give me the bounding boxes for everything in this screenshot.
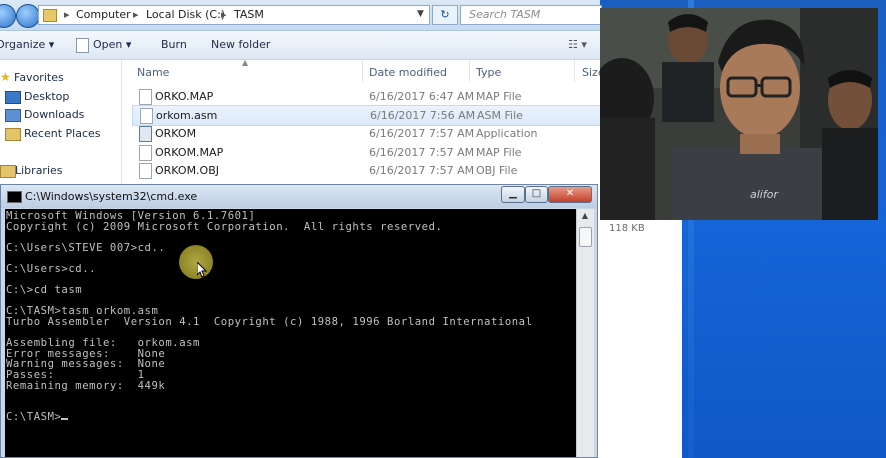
file-date: 6/16/2017 7:57 AM	[369, 164, 475, 177]
file-date: 6/16/2017 6:47 AM	[369, 90, 475, 103]
file-icon	[139, 163, 152, 179]
organize-button[interactable]: Organize ▾	[0, 38, 54, 51]
file-name: ORKO.MAP	[155, 90, 214, 103]
maximize-button[interactable]: □	[525, 186, 548, 203]
file-type: Application	[476, 127, 538, 140]
open-button[interactable]: Open ▾	[93, 38, 131, 51]
application-icon	[139, 126, 152, 142]
breadcrumb-local-disk[interactable]: Local Disk (C:)	[146, 8, 225, 21]
folder-icon	[43, 9, 57, 22]
breadcrumb-tasm[interactable]: TASM	[234, 8, 264, 21]
file-row-selected[interactable]: orkom.asm 6/16/2017 7:56 AM ASM File	[132, 105, 604, 126]
new-folder-button[interactable]: New folder	[211, 38, 270, 51]
file-name: ORKOM.OBJ	[155, 164, 220, 177]
file-date: 6/16/2017 7:57 AM	[369, 127, 475, 140]
file-date: 6/16/2017 7:56 AM	[370, 109, 476, 122]
file-name: ORKOM.MAP	[155, 146, 224, 159]
desktop-icon	[5, 91, 21, 104]
breadcrumb-computer[interactable]: Computer	[76, 8, 131, 21]
view-options-icon[interactable]: ☷ ▾	[568, 38, 587, 51]
refresh-button[interactable]: ↻	[432, 5, 458, 25]
cmd-window: C:\Windows\system32\cmd.exe ▁ □ ✕ Micros…	[0, 184, 598, 458]
file-type: ASM File	[477, 109, 523, 122]
file-icon	[140, 108, 153, 124]
open-icon	[76, 38, 89, 53]
forward-button-icon[interactable]	[16, 4, 40, 28]
scroll-up-arrow-icon[interactable]: ▲	[579, 211, 591, 222]
mouse-highlight	[179, 245, 213, 279]
svg-text:alifor: alifor	[750, 188, 779, 201]
navigation-pane: ★ Favorites Desktop Downloads Recent Pla…	[0, 60, 120, 185]
mouse-pointer-icon	[197, 262, 207, 278]
cmd-icon	[7, 191, 22, 203]
column-header-date[interactable]: Date modified	[369, 66, 447, 79]
webcam-overlay: alifor	[600, 8, 878, 220]
text-cursor	[61, 418, 69, 421]
command-bar: Organize ▾ Open ▾ Burn New folder ☷ ▾	[0, 31, 600, 60]
file-list: Name ▲ Date modified Type Size ORKO.MAP …	[121, 58, 605, 185]
file-type: OBJ File	[476, 164, 518, 177]
column-header-name[interactable]: Name	[137, 66, 169, 79]
webcam-image: alifor	[600, 8, 878, 220]
file-icon	[139, 89, 152, 105]
console-line: C:\Users>cd..	[6, 262, 97, 275]
burn-button[interactable]: Burn	[161, 38, 187, 51]
search-placeholder: Search TASM	[469, 8, 541, 21]
console-line: C:\>cd tasm	[6, 284, 83, 297]
console-scrollbar[interactable]: ▲	[576, 209, 594, 457]
minimize-button[interactable]: ▁	[501, 186, 525, 203]
sort-indicator-icon: ▲	[242, 58, 249, 67]
file-list-overflow: 118 KB	[600, 220, 682, 458]
console-line: C:\TASM>	[6, 411, 62, 424]
star-icon: ★	[0, 70, 11, 84]
console-line: Copyright (c) 2009 Microsoft Corporation…	[6, 220, 443, 233]
address-field[interactable]: ▸ Computer ▸ Local Disk (C:) ▸ TASM ▼	[38, 5, 430, 25]
file-row[interactable]: ORKOM.OBJ 6/16/2017 7:57 AM OBJ File	[132, 161, 602, 180]
libraries-icon	[0, 165, 16, 178]
file-date: 6/16/2017 7:57 AM	[369, 146, 475, 159]
file-size: 118 KB	[609, 223, 645, 234]
file-name: ORKOM	[155, 127, 197, 140]
column-header-type[interactable]: Type	[476, 66, 501, 79]
cmd-titlebar[interactable]: C:\Windows\system32\cmd.exe ▁ □ ✕	[1, 185, 597, 208]
sidebar-item-desktop[interactable]: Desktop	[24, 90, 69, 103]
console-line: Remaining memory: 449k	[6, 379, 166, 392]
sidebar-libraries[interactable]: Libraries	[15, 164, 63, 177]
sidebar-favorites[interactable]: Favorites	[14, 71, 64, 84]
dropdown-chevron-icon[interactable]: ▼	[417, 9, 424, 19]
cmd-title: C:\Windows\system32\cmd.exe	[25, 190, 198, 203]
address-bar-area: ▸ Computer ▸ Local Disk (C:) ▸ TASM ▼ ↻ …	[0, 0, 602, 31]
file-name: orkom.asm	[156, 109, 218, 122]
file-icon	[139, 145, 152, 161]
file-row[interactable]: ORKOM 6/16/2017 7:57 AM Application	[132, 124, 602, 143]
file-type: MAP File	[476, 146, 522, 159]
console-output[interactable]: Microsoft Windows [Version 6.1.7601] Cop…	[5, 209, 576, 457]
file-row[interactable]: ORKOM.MAP 6/16/2017 7:57 AM MAP File	[132, 143, 602, 162]
breadcrumb-separator-icon: ▸	[64, 8, 70, 21]
sidebar-item-downloads[interactable]: Downloads	[24, 108, 84, 121]
downloads-icon	[5, 109, 21, 122]
console-line: Turbo Assembler Version 4.1 Copyright (c…	[6, 315, 533, 328]
close-button[interactable]: ✕	[548, 186, 592, 203]
search-input[interactable]: Search TASM	[460, 5, 602, 25]
recent-places-icon	[5, 128, 21, 141]
breadcrumb-separator-icon: ▸	[221, 8, 227, 21]
breadcrumb-separator-icon: ▸	[133, 8, 139, 21]
sidebar-item-recent-places[interactable]: Recent Places	[24, 127, 101, 140]
scroll-thumb[interactable]	[579, 227, 592, 247]
console-line: C:\Users\STEVE 007>cd..	[6, 241, 166, 254]
console-text: Microsoft Windows [Version 6.1.7601] Cop…	[5, 209, 576, 423]
file-row[interactable]: ORKO.MAP 6/16/2017 6:47 AM MAP File	[132, 87, 602, 106]
back-button-icon[interactable]	[0, 4, 16, 28]
file-type: MAP File	[476, 90, 522, 103]
